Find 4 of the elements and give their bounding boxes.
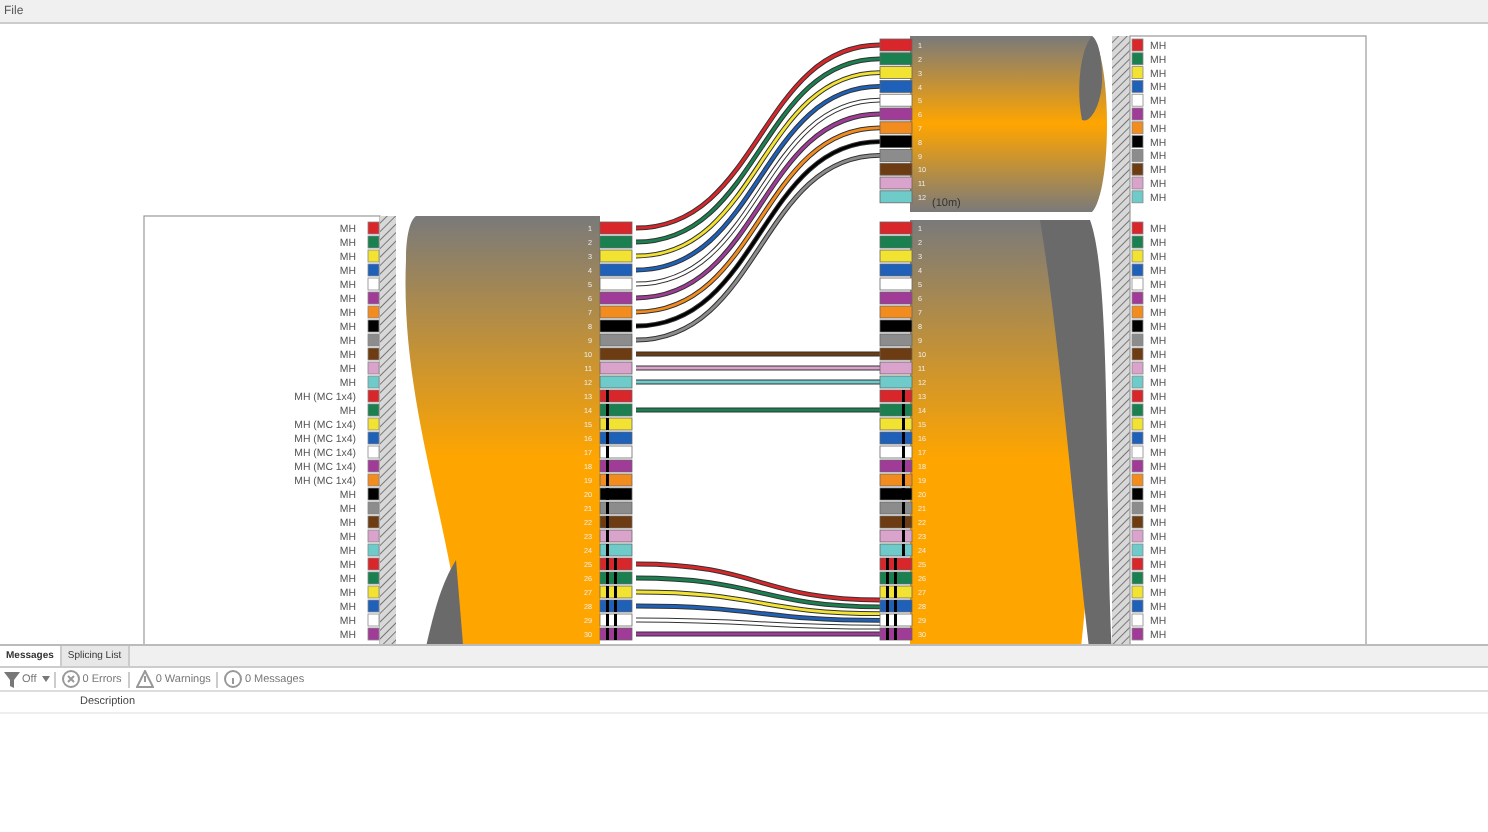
caret-icon[interactable] [42,676,51,682]
error-icon [62,670,81,688]
info-icon [224,670,243,688]
warning-icon [135,670,154,688]
